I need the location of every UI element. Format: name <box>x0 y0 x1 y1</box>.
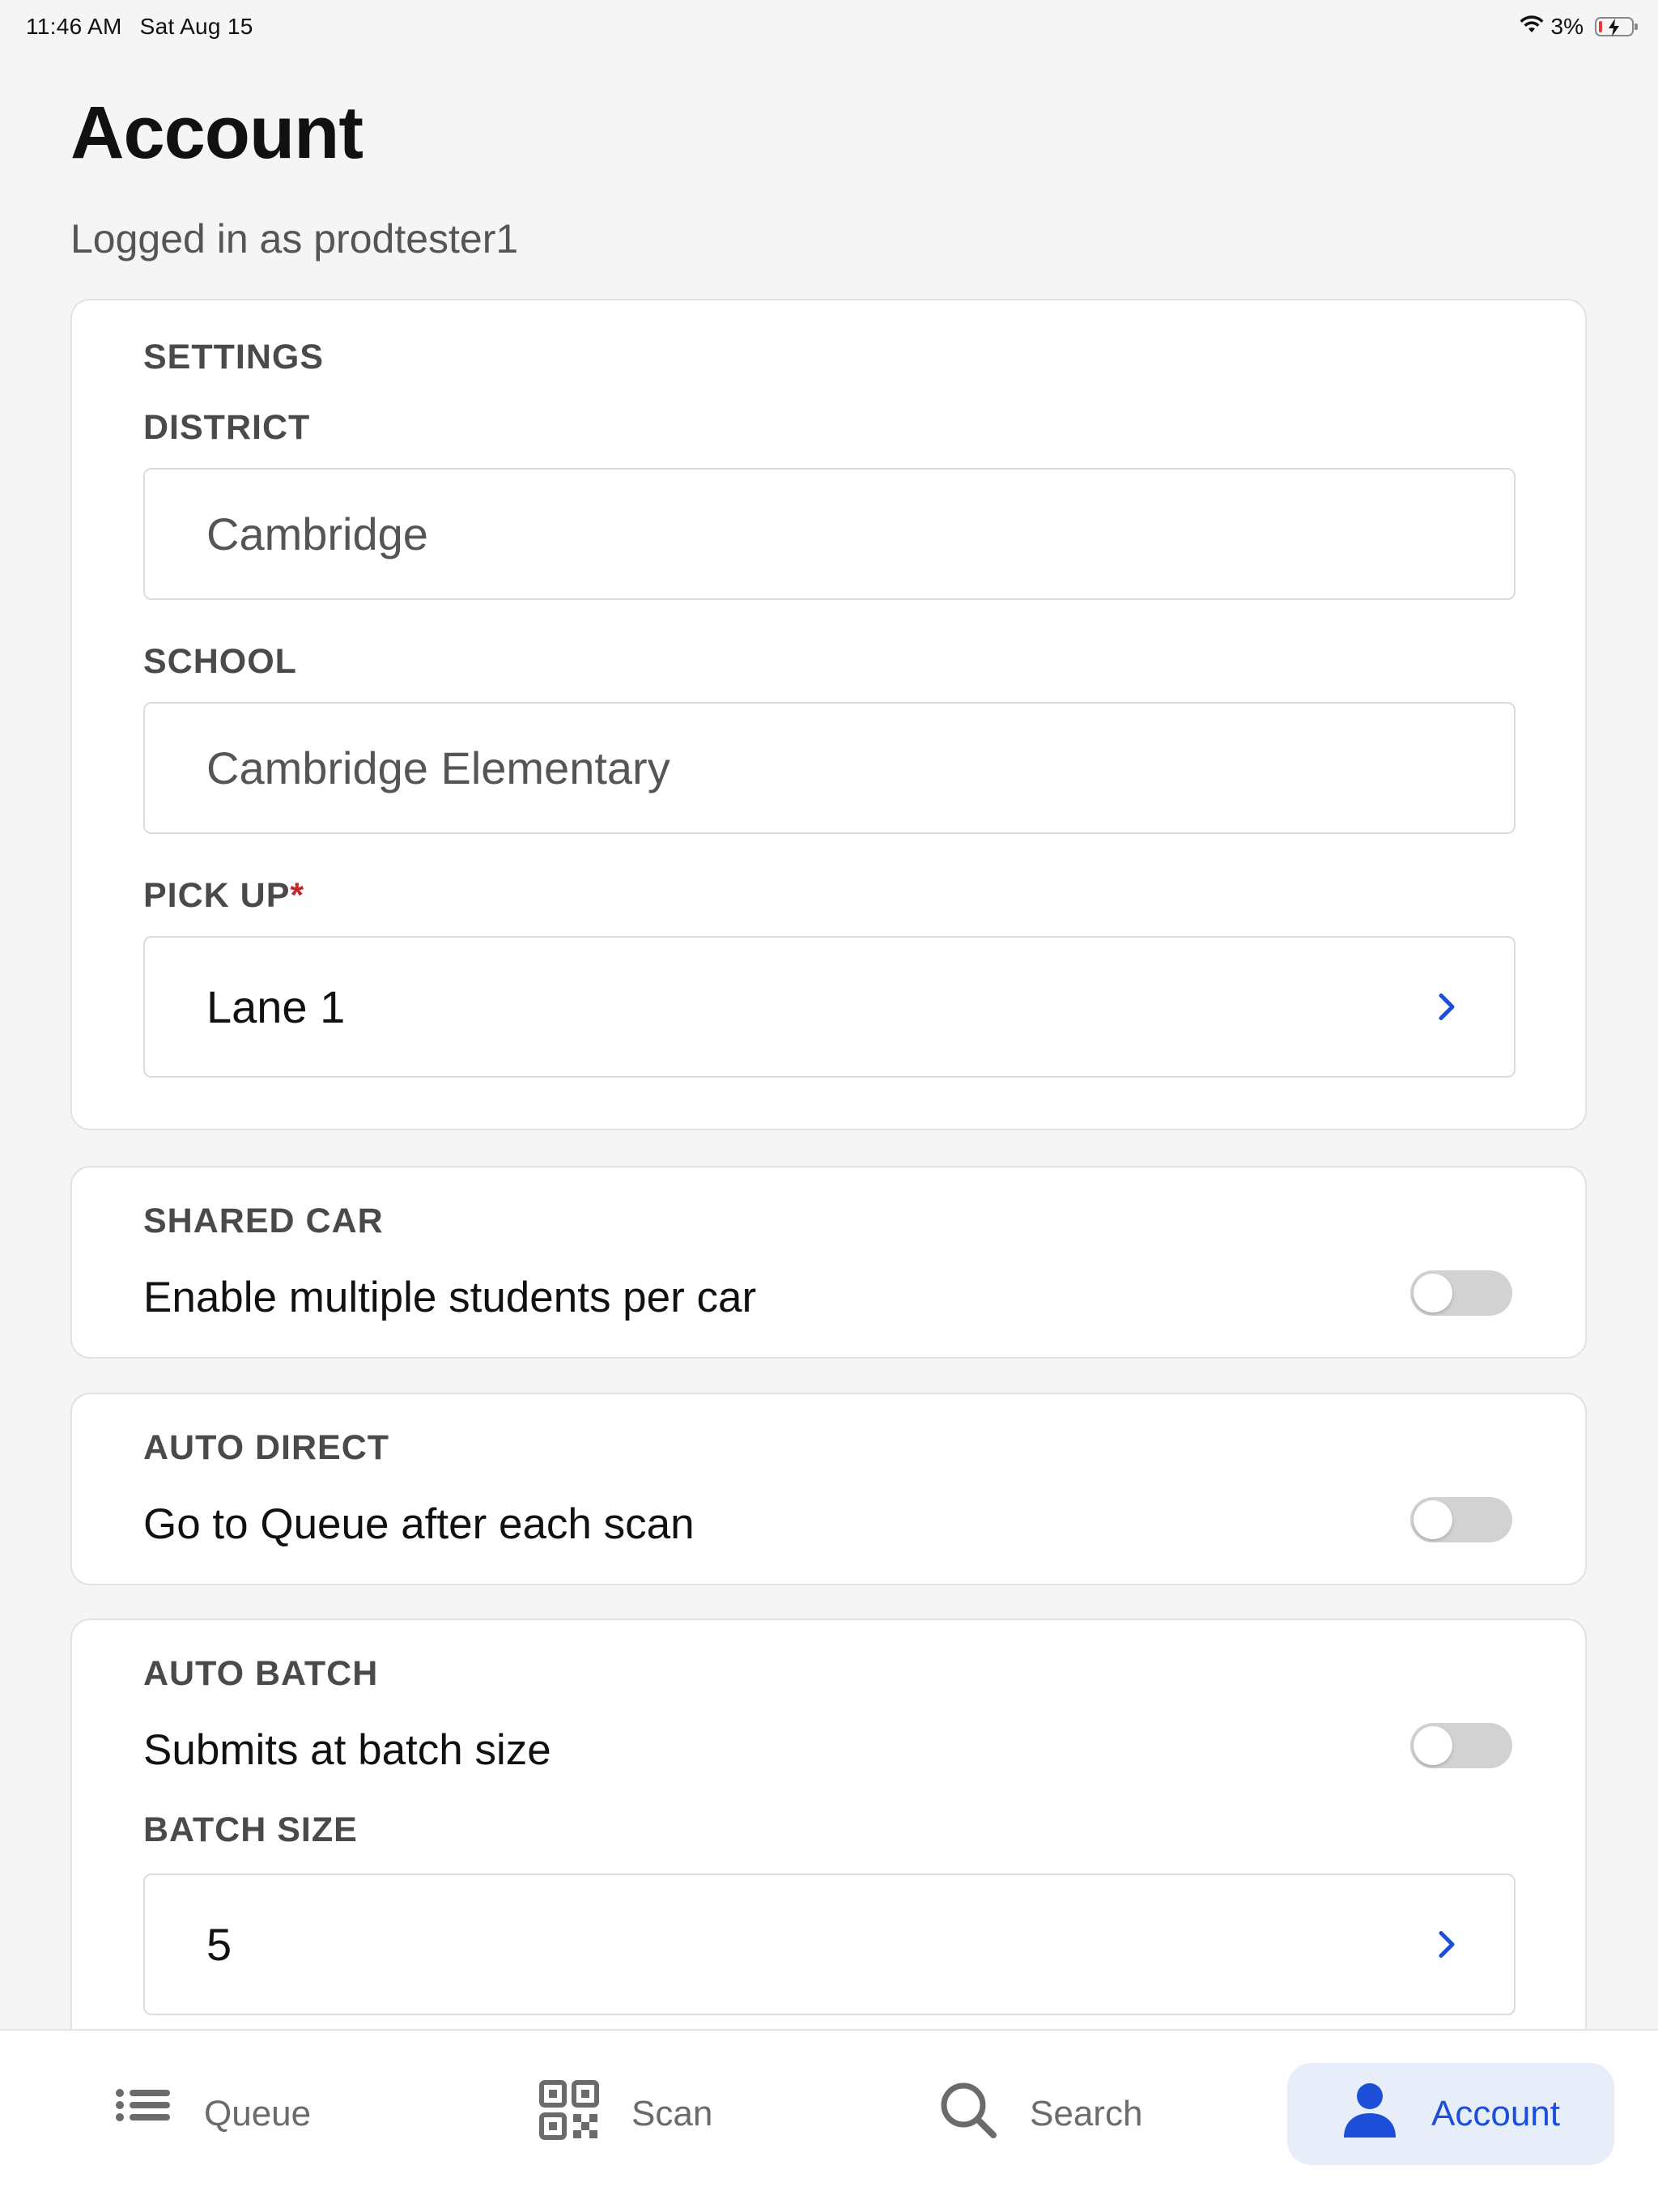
wifi-icon <box>1519 14 1545 40</box>
person-icon <box>1341 2081 1399 2148</box>
pickup-label: PICK UP* <box>143 876 304 916</box>
chevron-right-icon <box>1438 981 1457 1033</box>
district-field: Cambridge <box>143 468 1516 600</box>
list-icon <box>115 2087 172 2142</box>
tab-search[interactable]: Search <box>939 2063 1142 2165</box>
batch-size-value: 5 <box>206 1919 232 1970</box>
required-indicator: * <box>290 876 305 915</box>
shared-car-description: Enable multiple students per car <box>143 1274 757 1321</box>
tab-scan-label: Scan <box>631 2094 713 2133</box>
school-value: Cambridge Elementary <box>206 742 670 793</box>
toggle-knob <box>1414 1274 1452 1312</box>
settings-heading: SETTINGS <box>143 338 325 376</box>
battery-percent: 3% <box>1550 14 1584 39</box>
toggle-knob <box>1414 1726 1452 1765</box>
toggle-knob <box>1414 1500 1452 1539</box>
bottom-tab-bar: Queue Scan Search Account <box>0 2029 1658 2212</box>
status-right: 3% <box>1519 14 1638 40</box>
pickup-value: Lane 1 <box>206 981 346 1032</box>
district-value: Cambridge <box>206 508 428 559</box>
auto-batch-card: AUTO BATCH Submits at batch size BATCH S… <box>70 1619 1587 2072</box>
pickup-label-text: PICK UP <box>143 876 291 915</box>
batch-size-label: BATCH SIZE <box>143 1810 358 1849</box>
auto-batch-toggle[interactable] <box>1410 1723 1512 1768</box>
tab-scan[interactable]: Scan <box>539 2063 712 2165</box>
search-icon <box>939 2081 997 2148</box>
shared-car-toggle[interactable] <box>1410 1270 1512 1316</box>
shared-car-card: SHARED CAR Enable multiple students per … <box>70 1166 1587 1359</box>
shared-car-label: SHARED CAR <box>143 1202 384 1240</box>
school-field: Cambridge Elementary <box>143 702 1516 834</box>
tab-queue[interactable]: Queue <box>115 2063 311 2165</box>
charging-bolt-icon <box>1609 19 1619 36</box>
school-label: SCHOOL <box>143 642 297 681</box>
tab-account-label: Account <box>1431 2094 1560 2133</box>
auto-direct-label: AUTO DIRECT <box>143 1428 390 1467</box>
logged-in-text: Logged in as prodtester1 <box>70 216 519 262</box>
account-screen: 11:46 AM Sat Aug 15 3% Account Logged in… <box>0 0 1658 2212</box>
auto-direct-card: AUTO DIRECT Go to Queue after each scan <box>70 1393 1587 1585</box>
status-left: 11:46 AM Sat Aug 15 <box>26 14 253 40</box>
auto-batch-description: Submits at batch size <box>143 1726 551 1774</box>
tab-account[interactable]: Account <box>1287 2063 1614 2165</box>
page-title: Account <box>70 91 363 174</box>
auto-direct-description: Go to Queue after each scan <box>143 1500 695 1548</box>
settings-card: SETTINGS DISTRICT Cambridge SCHOOL Cambr… <box>70 299 1587 1130</box>
tab-search-label: Search <box>1030 2094 1143 2133</box>
auto-batch-label: AUTO BATCH <box>143 1654 379 1693</box>
chevron-right-icon <box>1438 1918 1457 1971</box>
pickup-select[interactable]: Lane 1 <box>143 936 1516 1078</box>
battery-icon <box>1595 17 1638 36</box>
auto-direct-toggle[interactable] <box>1410 1497 1512 1542</box>
qr-code-icon <box>539 2079 599 2149</box>
status-time: 11:46 AM <box>26 14 122 39</box>
status-bar: 11:46 AM Sat Aug 15 3% <box>0 0 1658 53</box>
batch-size-select[interactable]: 5 <box>143 1874 1516 2015</box>
status-date: Sat Aug 15 <box>139 14 253 39</box>
tab-queue-label: Queue <box>204 2094 312 2133</box>
district-label: DISTRICT <box>143 408 311 447</box>
